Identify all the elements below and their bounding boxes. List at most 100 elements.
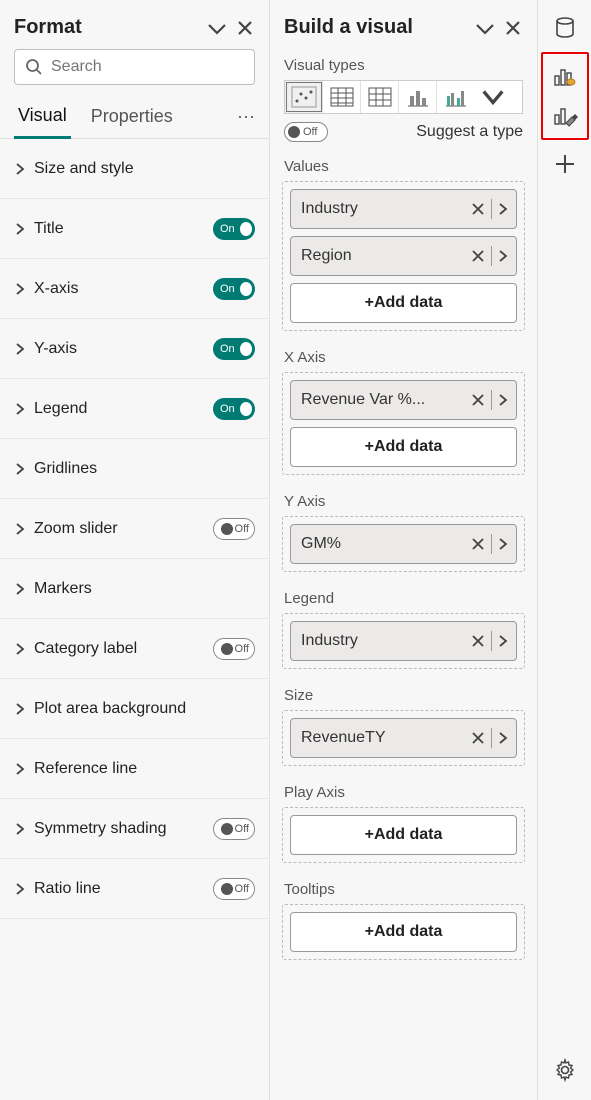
format-row[interactable]: Symmetry shadingOff [0,799,269,859]
chevron-right-icon [14,523,26,535]
rail-settings-icon[interactable] [545,1050,585,1090]
chevron-right-icon [14,283,26,295]
remove-field-icon[interactable] [471,731,485,745]
field-well[interactable]: +Add data [282,807,525,863]
format-row-label: Reference line [34,760,137,778]
collapse-icon[interactable] [207,18,227,38]
format-title: Format [14,16,82,39]
field-chip[interactable]: Industry [290,189,517,229]
format-row[interactable]: Category labelOff [0,619,269,679]
field-menu-icon[interactable] [498,537,508,551]
search-icon [25,58,43,76]
toggle-switch[interactable]: On [213,278,255,300]
field-menu-icon[interactable] [498,634,508,648]
remove-field-icon[interactable] [471,634,485,648]
toggle-switch[interactable]: Off [213,518,255,540]
suggest-toggle-label: Off [303,126,317,138]
rail-build-icon[interactable] [545,56,585,96]
format-row[interactable]: Gridlines [0,439,269,499]
format-row-label: Zoom slider [34,520,118,538]
toggle-switch[interactable]: Off [213,878,255,900]
field-menu-icon[interactable] [498,731,508,745]
vtype-dropdown[interactable] [475,81,511,113]
add-data-button[interactable]: +Add data [290,912,517,952]
toggle-switch[interactable]: On [213,338,255,360]
format-row[interactable]: Reference line [0,739,269,799]
format-row[interactable]: Title On [0,199,269,259]
field-well[interactable]: Revenue Var %... +Add data [282,372,525,475]
toggle-label: On [216,403,235,415]
collapse-icon[interactable] [475,18,495,38]
field-chip[interactable]: GM% [290,524,517,564]
rail-add-icon[interactable] [545,144,585,184]
field-chip[interactable]: Revenue Var %... [290,380,517,420]
suggest-row: Off Suggest a type [270,114,537,150]
vtype-table[interactable] [323,81,361,113]
field-menu-icon[interactable] [498,202,508,216]
field-chip[interactable]: RevenueTY [290,718,517,758]
toggle-switch[interactable]: On [213,398,255,420]
vtype-column[interactable] [399,81,437,113]
right-rail [538,0,591,1100]
vtype-matrix[interactable] [361,81,399,113]
add-data-button[interactable]: +Add data [290,283,517,323]
remove-field-icon[interactable] [471,393,485,407]
field-well[interactable]: RevenueTY [282,710,525,766]
rail-data-icon[interactable] [545,8,585,48]
format-row[interactable]: Y-axisOn [0,319,269,379]
field-chip-name: Region [301,247,471,265]
field-well[interactable]: Industry Region +Add data [282,181,525,331]
toggle-label: Off [235,523,251,535]
toggle-label: On [216,343,235,355]
add-data-button[interactable]: +Add data [290,427,517,467]
rail-format-icon[interactable] [545,96,585,136]
format-row[interactable]: Plot area background [0,679,269,739]
format-row[interactable]: Zoom slider Off [0,499,269,559]
chevron-right-icon [14,163,26,175]
format-row[interactable]: LegendOn [0,379,269,439]
remove-field-icon[interactable] [471,202,485,216]
tab-visual[interactable]: Visual [14,95,71,139]
field-menu-icon[interactable] [498,249,508,263]
vtype-scatter[interactable] [285,81,323,113]
format-row[interactable]: Markers [0,559,269,619]
format-row-label: X-axis [34,280,78,298]
format-row[interactable]: Ratio lineOff [0,859,269,919]
add-data-button[interactable]: +Add data [290,815,517,855]
field-well[interactable]: Industry [282,613,525,669]
tab-properties[interactable]: Properties [87,96,177,137]
build-header: Build a visual [270,10,537,49]
field-chip[interactable]: Industry [290,621,517,661]
tabs-more-icon[interactable]: ··· [237,106,255,127]
chevron-right-icon [14,643,26,655]
vtype-clustered[interactable] [437,81,475,113]
search-input[interactable] [51,58,244,76]
search-input-container[interactable] [14,49,255,85]
format-row-label: Title [34,220,64,238]
field-chip[interactable]: Region [290,236,517,276]
toggle-switch[interactable]: Off [213,818,255,840]
chevron-right-icon [14,583,26,595]
field-chip-name: RevenueTY [301,729,471,747]
toggle-label: On [216,223,235,235]
toggle-switch[interactable]: On [213,218,255,240]
field-chip-name: Industry [301,200,471,218]
format-row-label: Gridlines [34,460,97,478]
remove-field-icon[interactable] [471,249,485,263]
close-icon[interactable] [503,18,523,38]
field-well[interactable]: GM% [282,516,525,572]
field-well[interactable]: +Add data [282,904,525,960]
build-pane: Build a visual Visual types [270,0,538,1100]
format-row[interactable]: Size and style [0,139,269,199]
chevron-right-icon [14,463,26,475]
chevron-right-icon [14,343,26,355]
well-label: X Axis [270,341,537,372]
remove-field-icon[interactable] [471,537,485,551]
field-menu-icon[interactable] [498,393,508,407]
chevron-right-icon [14,703,26,715]
close-icon[interactable] [235,18,255,38]
toggle-switch[interactable]: Off [213,638,255,660]
format-row[interactable]: X-axis On [0,259,269,319]
suggest-toggle[interactable]: Off [284,122,328,142]
chevron-right-icon [14,763,26,775]
